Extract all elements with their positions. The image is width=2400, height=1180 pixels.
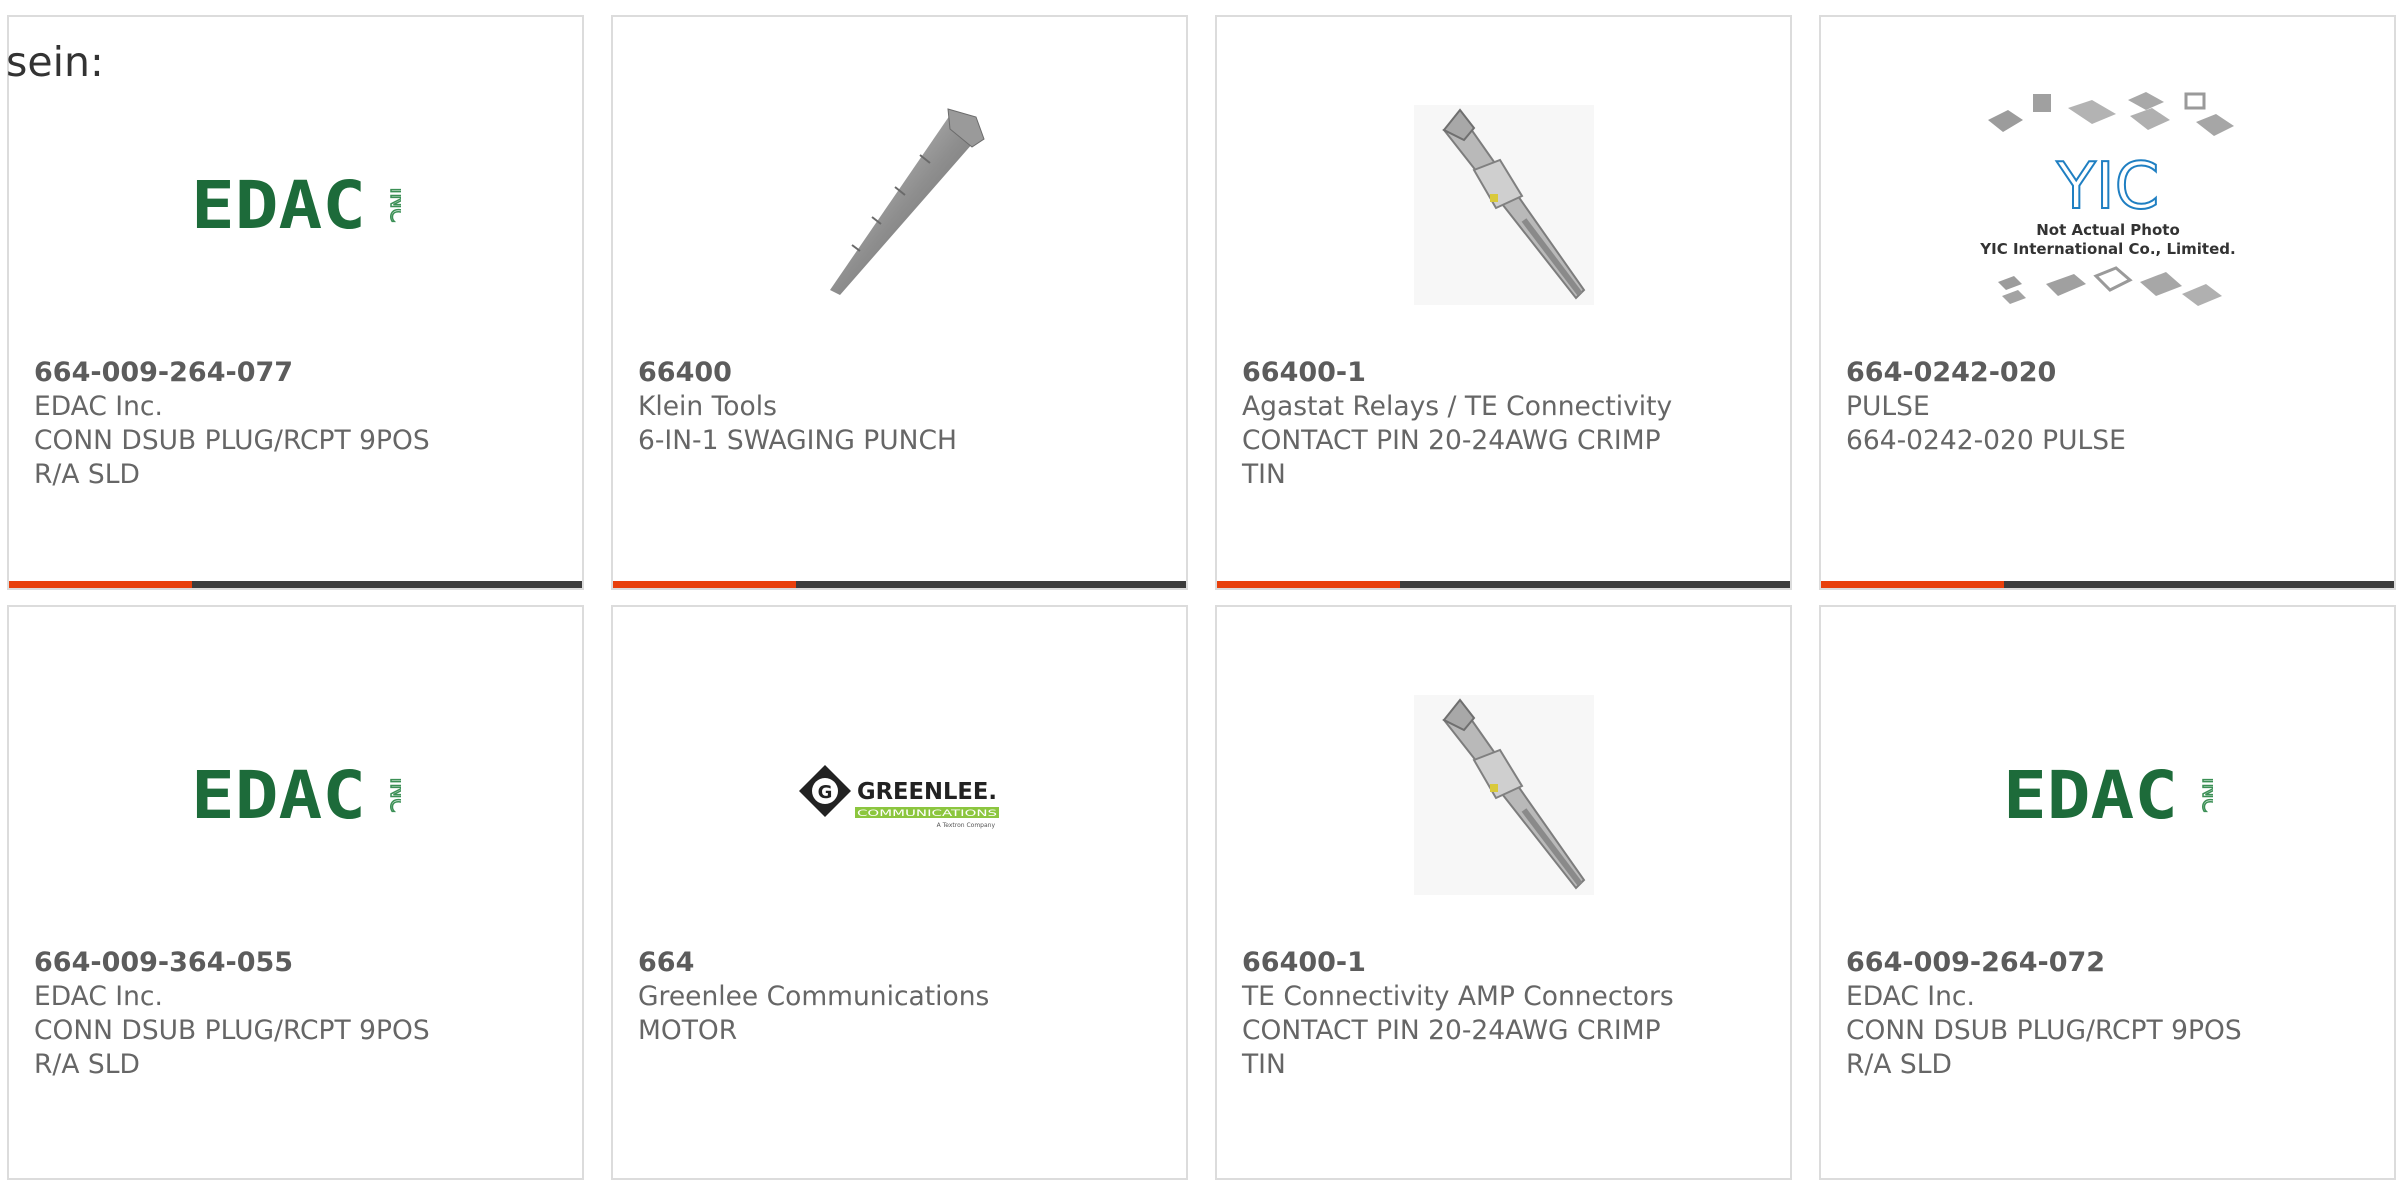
svg-text:INC: INC [386, 777, 401, 812]
description-line: R/A SLD [1846, 1049, 1952, 1080]
part-number[interactable]: 664-009-264-072 [1846, 946, 2242, 980]
product-info: 66400 Klein Tools 6-IN-1 SWAGING PUNCH [638, 356, 957, 458]
description-line: CONTACT PIN 20-24AWG CRIMP [1242, 425, 1661, 456]
manufacturer: Agastat Relays / TE Connectivity [1242, 391, 1673, 422]
manufacturer: Klein Tools [638, 391, 777, 422]
page-label: sein: [6, 38, 104, 86]
svg-text:G: G [817, 782, 832, 803]
card-accent-bar [1217, 581, 1400, 588]
product-info: 664-009-264-077 EDAC Inc. CONN DSUB PLUG… [34, 356, 430, 492]
description-line: R/A SLD [34, 1049, 140, 1080]
description-line: CONTACT PIN 20-24AWG CRIMP [1242, 1015, 1661, 1046]
product-card[interactable]: EDAC INC 664-009-264-072 EDAC Inc. CONN … [1819, 605, 2396, 1180]
product-info: 664-009-364-055 EDAC Inc. CONN DSUB PLUG… [34, 946, 430, 1082]
svg-text:GREENLEE.: GREENLEE. [857, 779, 997, 805]
edac-logo-image: EDAC INC [1821, 667, 2394, 922]
manufacturer: TE Connectivity AMP Connectors [1242, 981, 1674, 1012]
svg-text:EDAC: EDAC [191, 170, 366, 240]
product-card[interactable]: 66400-1 Agastat Relays / TE Connectivity… [1215, 15, 1792, 590]
svg-text:Not Actual Photo: Not Actual Photo [2036, 221, 2180, 239]
part-number[interactable]: 66400-1 [1242, 356, 1672, 390]
product-info: 664-009-264-072 EDAC Inc. CONN DSUB PLUG… [1846, 946, 2242, 1082]
svg-text:YIC International Co., Limited: YIC International Co., Limited. [1979, 240, 2235, 258]
description-line: TIN [1242, 1049, 1286, 1080]
product-card[interactable]: EDAC INC 664-009-364-055 EDAC Inc. CONN … [7, 605, 584, 1180]
manufacturer: PULSE [1846, 391, 1930, 422]
manufacturer: EDAC Inc. [34, 981, 163, 1012]
product-info: 66400-1 TE Connectivity AMP Connectors C… [1242, 946, 1674, 1082]
swaging-punch-image [613, 77, 1186, 332]
svg-text:COMMUNICATIONS: COMMUNICATIONS [857, 809, 997, 819]
part-number[interactable]: 664 [638, 946, 989, 980]
product-card[interactable]: EDAC INC 664-009-264-077 EDAC Inc. CONN … [7, 15, 584, 590]
part-number[interactable]: 664-009-364-055 [34, 946, 430, 980]
svg-text:INC: INC [386, 187, 401, 222]
svg-text:YIC: YIC [2055, 150, 2159, 224]
card-bottom-bar [1217, 581, 1790, 588]
manufacturer: EDAC Inc. [34, 391, 163, 422]
contact-pin-image [1217, 77, 1790, 332]
edac-logo-image: EDAC INC [9, 77, 582, 332]
product-info: 66400-1 Agastat Relays / TE Connectivity… [1242, 356, 1672, 492]
description-line: R/A SLD [34, 459, 140, 490]
svg-text:EDAC: EDAC [191, 760, 366, 830]
manufacturer: Greenlee Communications [638, 981, 990, 1012]
part-number[interactable]: 66400-1 [1242, 946, 1674, 980]
greenlee-logo-image: G GREENLEE. COMMUNICATIONS A Textron Com… [613, 667, 1186, 922]
description-line: 6-IN-1 SWAGING PUNCH [638, 425, 957, 456]
part-number[interactable]: 66400 [638, 356, 957, 390]
part-number[interactable]: 664-0242-020 [1846, 356, 2126, 390]
card-bottom-bar [9, 581, 582, 588]
product-card[interactable]: 66400 Klein Tools 6-IN-1 SWAGING PUNCH [611, 15, 1188, 590]
contact-pin-image [1217, 667, 1790, 922]
yic-placeholder-image: YIC Not Actual Photo YIC International C… [1821, 77, 2394, 332]
product-info: 664 Greenlee Communications MOTOR [638, 946, 989, 1048]
card-accent-bar [1821, 581, 2004, 588]
edac-logo-image: EDAC INC [9, 667, 582, 922]
manufacturer: EDAC Inc. [1846, 981, 1975, 1012]
svg-text:EDAC: EDAC [2003, 760, 2178, 830]
card-accent-bar [613, 581, 796, 588]
description-line: CONN DSUB PLUG/RCPT 9POS [1846, 1015, 2242, 1046]
description-line: CONN DSUB PLUG/RCPT 9POS [34, 425, 430, 456]
part-number[interactable]: 664-009-264-077 [34, 356, 430, 390]
description-line: MOTOR [638, 1015, 738, 1046]
product-info: 664-0242-020 PULSE 664-0242-020 PULSE [1846, 356, 2126, 458]
card-bottom-bar [1821, 581, 2394, 588]
description-line: CONN DSUB PLUG/RCPT 9POS [34, 1015, 430, 1046]
card-accent-bar [9, 581, 192, 588]
description-line: TIN [1242, 459, 1286, 490]
svg-text:INC: INC [2198, 777, 2213, 812]
product-card[interactable]: 66400-1 TE Connectivity AMP Connectors C… [1215, 605, 1792, 1180]
description-line: 664-0242-020 PULSE [1846, 425, 2126, 456]
svg-text:A Textron Company: A Textron Company [936, 822, 995, 829]
product-card[interactable]: G GREENLEE. COMMUNICATIONS A Textron Com… [611, 605, 1188, 1180]
product-card[interactable]: YIC Not Actual Photo YIC International C… [1819, 15, 2396, 590]
card-bottom-bar [613, 581, 1186, 588]
